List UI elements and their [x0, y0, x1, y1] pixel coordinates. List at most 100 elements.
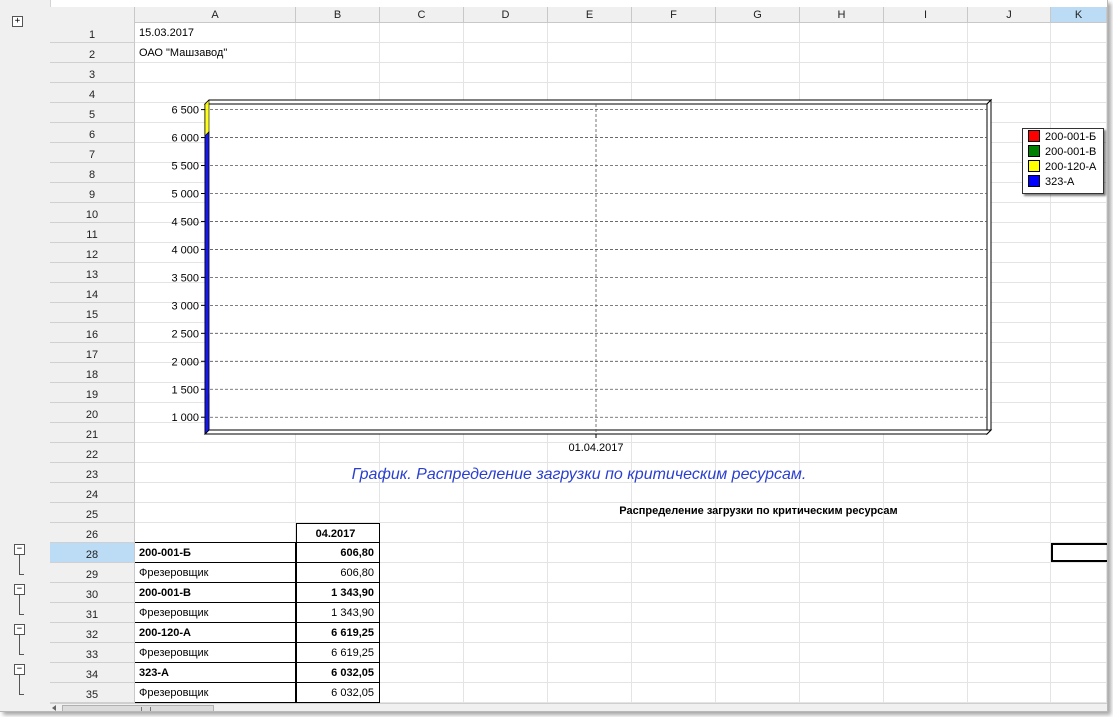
outline-panel: + − − − − [0, 0, 51, 711]
row-header-24[interactable]: 24 [50, 483, 135, 503]
y-tick-label: 3 500 [171, 272, 199, 284]
table-group-label[interactable]: 200-120-А [135, 623, 296, 643]
table-resource-label[interactable]: Фрезеровщик [135, 603, 296, 623]
row-header-25[interactable]: 25 [50, 503, 135, 523]
horizontal-scrollbar[interactable] [50, 703, 1107, 711]
column-header-h[interactable]: H [800, 7, 884, 23]
collapse-group-200-001-b-icon[interactable]: − [14, 544, 25, 555]
row-header-21[interactable]: 21 [50, 423, 135, 443]
y-tick-label: 2 500 [171, 328, 199, 340]
y-tick-label: 2 000 [171, 356, 199, 368]
column-header-i[interactable]: I [884, 7, 968, 23]
row-header-5[interactable]: 5 [50, 103, 135, 123]
row-header-28[interactable]: 28 [50, 543, 135, 563]
column-header-d[interactable]: D [464, 7, 548, 23]
row-header-17[interactable]: 17 [50, 343, 135, 363]
row-header-35[interactable]: 35 [50, 683, 135, 703]
table-value[interactable]: 6 032,05 [296, 683, 380, 703]
column-header-a[interactable]: A [135, 7, 296, 23]
table-value[interactable]: 606,80 [296, 543, 380, 563]
gridline-horizontal [135, 502, 1107, 503]
legend-item: 200-120-А [1028, 160, 1096, 175]
row-header-8[interactable]: 8 [50, 163, 135, 183]
legend-swatch [1028, 145, 1040, 157]
cell-a1-date[interactable]: 15.03.2017 [139, 23, 194, 43]
scrollbar-grip-icon [141, 707, 151, 711]
y-tick-label: 5 000 [171, 188, 199, 200]
row-header-29[interactable]: 29 [50, 563, 135, 583]
row-header-33[interactable]: 33 [50, 643, 135, 663]
row-header-9[interactable]: 9 [50, 183, 135, 203]
load-chart[interactable]: 6 500 6 000 5 500 5 000 4 500 4 000 3 500 3 000… [135, 84, 1023, 466]
row-header-1[interactable]: 1 [50, 23, 135, 43]
row-header-18[interactable]: 18 [50, 363, 135, 383]
table-group-label[interactable]: 200-001-Б [135, 543, 296, 563]
scrollbar-thumb[interactable] [62, 705, 214, 711]
legend-swatch [1028, 175, 1040, 187]
legend-swatch [1028, 160, 1040, 172]
row-header-34[interactable]: 34 [50, 663, 135, 683]
legend-label: 200-001-Б [1045, 131, 1097, 143]
column-header-b[interactable]: B [296, 7, 380, 23]
active-cell-selection[interactable] [1051, 543, 1107, 562]
row-header-32[interactable]: 32 [50, 623, 135, 643]
column-header-g[interactable]: G [716, 7, 800, 23]
row-header-20[interactable]: 20 [50, 403, 135, 423]
table-value[interactable]: 606,80 [296, 563, 380, 583]
table-resource-label[interactable]: Фрезеровщик [135, 683, 296, 703]
expand-all-plus-icon[interactable]: + [12, 16, 23, 27]
chart-title: График. Распределение загрузки по критич… [351, 466, 807, 483]
plot-area-side [986, 98, 992, 436]
select-all-corner[interactable] [50, 7, 135, 24]
table-value[interactable]: 6 032,05 [296, 663, 380, 683]
row-header-26[interactable]: 26 [50, 523, 135, 543]
scroll-left-arrow-icon[interactable] [52, 705, 56, 711]
column-header-c[interactable]: C [380, 7, 464, 23]
y-tick-label: 4 500 [171, 216, 199, 228]
spreadsheet-window: + − − − − ABCDEFGHIJK 1 2 3 4 5 6 7 8 9 10 11 12 13 1… [0, 0, 1108, 712]
collapse-group-323-a-icon[interactable]: − [14, 664, 25, 675]
row-header-13[interactable]: 13 [50, 263, 135, 283]
column-header-f[interactable]: F [632, 7, 716, 23]
row-header-15[interactable]: 15 [50, 303, 135, 323]
table-period-header[interactable]: 04.2017 [296, 523, 380, 543]
y-tick-label: 5 500 [171, 161, 199, 173]
group-line-tick [19, 574, 24, 575]
row-header-31[interactable]: 31 [50, 603, 135, 623]
legend-item: 200-001-Б [1028, 130, 1096, 145]
collapse-group-200-001-v-icon[interactable]: − [14, 584, 25, 595]
row-header-22[interactable]: 22 [50, 443, 135, 463]
column-header-j[interactable]: J [968, 7, 1051, 23]
table-resource-label[interactable]: Фрезеровщик [135, 643, 296, 663]
row-header-12[interactable]: 12 [50, 243, 135, 263]
column-header-k[interactable]: K [1051, 7, 1107, 23]
row-header-14[interactable]: 14 [50, 283, 135, 303]
plot-area-floor [203, 429, 993, 435]
row-header-19[interactable]: 19 [50, 383, 135, 403]
cell-a2-company[interactable]: ОАО "Машзавод" [139, 43, 227, 63]
table-value[interactable]: 1 343,90 [296, 603, 380, 623]
table-value[interactable]: 6 619,25 [296, 643, 380, 663]
row-header-2[interactable]: 2 [50, 43, 135, 63]
legend-label: 200-001-В [1045, 146, 1097, 158]
gridline-horizontal [135, 42, 1107, 43]
row-header-16[interactable]: 16 [50, 323, 135, 343]
chart-legend[interactable]: 200-001-Б 200-001-В 200-120-А 323-А [1022, 128, 1104, 194]
collapse-group-200-120-a-icon[interactable]: − [14, 624, 25, 635]
table-value[interactable]: 6 619,25 [296, 623, 380, 643]
row-header-7[interactable]: 7 [50, 143, 135, 163]
row-header-30[interactable]: 30 [50, 583, 135, 603]
group-line [19, 595, 20, 614]
row-header-6[interactable]: 6 [50, 123, 135, 143]
table-value[interactable]: 1 343,90 [296, 583, 380, 603]
row-header-3[interactable]: 3 [50, 63, 135, 83]
group-line-tick [19, 614, 24, 615]
row-header-23[interactable]: 23 [50, 463, 135, 483]
table-group-label[interactable]: 323-А [135, 663, 296, 683]
table-resource-label[interactable]: Фрезеровщик [135, 563, 296, 583]
row-header-11[interactable]: 11 [50, 223, 135, 243]
row-header-4[interactable]: 4 [50, 83, 135, 103]
table-group-label[interactable]: 200-001-В [135, 583, 296, 603]
row-header-10[interactable]: 10 [50, 203, 135, 223]
column-header-e[interactable]: E [548, 7, 632, 23]
